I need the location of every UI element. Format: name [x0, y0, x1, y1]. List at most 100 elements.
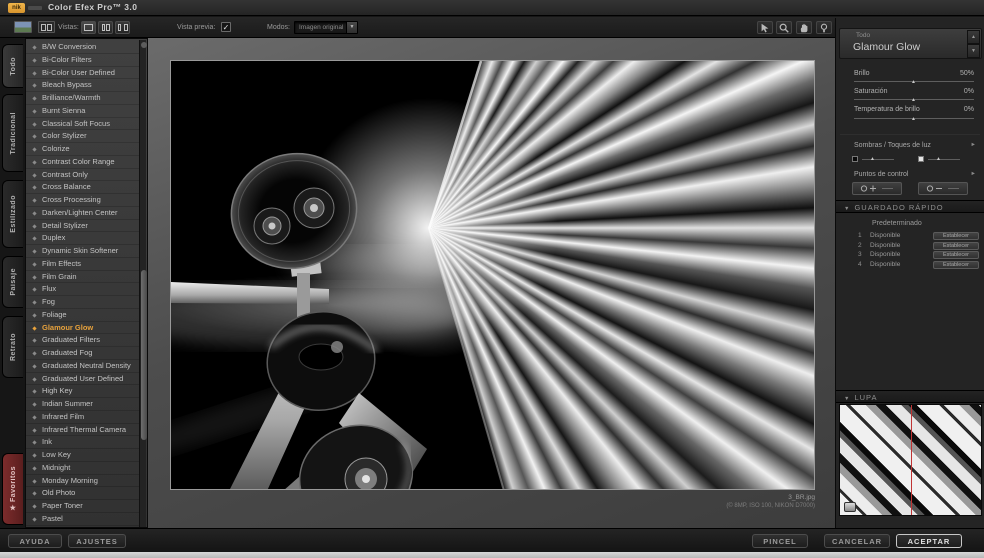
quick-save-default[interactable]: Predeterminado — [872, 220, 922, 227]
slot-set-button[interactable]: Establecer — [933, 232, 979, 240]
tab-paisaje[interactable]: Paisaje — [2, 256, 23, 308]
split-view-button[interactable] — [98, 21, 113, 34]
shadows-highlights-header[interactable]: Sombras / Toques de luz ► — [854, 142, 976, 149]
expand-arrow-icon[interactable]: ► — [971, 171, 976, 177]
slider-track[interactable]: ▲ — [854, 118, 974, 119]
shadows-mini-slider[interactable]: ▲ — [852, 155, 898, 163]
zoom-tool-icon[interactable] — [776, 21, 792, 34]
filter-item[interactable]: Graduated Fog — [26, 347, 139, 360]
list-view-icon[interactable] — [38, 21, 55, 33]
tab-tradicional[interactable]: Tradicional — [2, 94, 23, 172]
filter-next-button[interactable]: ▼ — [967, 44, 980, 58]
filter-item[interactable]: Brilliance/Warmth — [26, 92, 139, 105]
filter-item[interactable]: Graduated Neutral Density — [26, 360, 139, 373]
filter-item[interactable]: Graduated User Defined — [26, 373, 139, 386]
filter-bullet-icon — [32, 160, 36, 164]
filter-item[interactable]: Fog — [26, 296, 139, 309]
slider-thumb[interactable]: ▲ — [911, 79, 916, 85]
filter-item[interactable]: Monday Morning — [26, 475, 139, 488]
filter-item[interactable]: Film Effects — [26, 258, 139, 271]
remove-control-point-button[interactable] — [918, 182, 968, 195]
tab-todo[interactable]: Todo — [2, 44, 23, 88]
filter-item[interactable]: Film Grain — [26, 271, 139, 284]
views-label: Vistas: — [58, 24, 79, 31]
filter-list-scrollbar[interactable] — [139, 40, 146, 528]
tab-favoritos[interactable]: Favoritos★ — [2, 453, 23, 525]
chevron-down-icon[interactable]: ▼ — [346, 22, 357, 33]
filter-item[interactable]: Contrast Color Range — [26, 156, 139, 169]
control-points-header[interactable]: Puntos de control ► — [854, 171, 976, 178]
filter-item[interactable]: Classical Soft Focus — [26, 118, 139, 131]
add-control-point-button[interactable] — [852, 182, 902, 195]
filter-item[interactable]: Infrared Film — [26, 411, 139, 424]
filter-item[interactable]: Foliage — [26, 309, 139, 322]
filter-item[interactable]: Midnight — [26, 462, 139, 475]
filter-item[interactable]: Infrared Thermal Camera — [26, 424, 139, 437]
slot-set-button[interactable]: Establecer — [933, 261, 979, 269]
filter-bullet-icon — [32, 351, 36, 355]
help-button[interactable]: AYUDA — [8, 534, 62, 548]
star-icon: ★ — [10, 504, 17, 512]
collapse-arrow-icon[interactable]: ▼ — [844, 396, 850, 402]
slider-thumb[interactable]: ▲ — [911, 97, 916, 103]
slot-set-button[interactable]: Establecer — [933, 242, 979, 250]
collapse-arrow-icon[interactable]: ▼ — [844, 206, 850, 212]
cancel-button[interactable]: CANCELAR — [824, 534, 890, 548]
brush-button[interactable]: PINCEL — [752, 534, 808, 548]
filter-item[interactable]: Cross Processing — [26, 194, 139, 207]
background-color-tool-icon[interactable] — [816, 21, 832, 34]
filter-item[interactable]: Burnt Sienna — [26, 105, 139, 118]
filter-item[interactable]: Low Key — [26, 449, 139, 462]
slider-track[interactable]: ▲ — [854, 81, 974, 82]
filter-item[interactable]: Old Photo — [26, 487, 139, 500]
filter-item[interactable]: High Key — [26, 385, 139, 398]
single-view-button[interactable] — [81, 21, 96, 34]
tab-label: Paisaje — [10, 268, 17, 296]
filter-item[interactable]: Cross Balance — [26, 181, 139, 194]
slot-set-button[interactable]: Establecer — [933, 251, 979, 259]
hand-pan-tool-icon[interactable] — [796, 21, 812, 34]
settings-button[interactable]: AJUSTES — [68, 534, 126, 548]
highlights-mini-slider[interactable]: ▲ — [918, 155, 964, 163]
filter-prev-button[interactable]: ▲ — [967, 30, 980, 44]
filter-item[interactable]: Glamour Glow — [26, 322, 139, 335]
mode-dropdown[interactable]: Imagen original ▼ — [294, 21, 358, 34]
preview-checkbox[interactable]: ✓ — [221, 22, 231, 32]
image-filename: 3_BR.jpg — [726, 494, 815, 502]
filter-item[interactable]: Darken/Lighten Center — [26, 207, 139, 220]
filter-item[interactable]: Indian Summer — [26, 398, 139, 411]
thumbnail-view-icon[interactable] — [14, 21, 32, 33]
filter-item[interactable]: Bi-Color Filters — [26, 54, 139, 67]
filter-item[interactable]: B/W Conversion — [26, 41, 139, 54]
accept-button[interactable]: ACEPTAR — [896, 534, 962, 548]
filter-item[interactable]: Pastel — [26, 513, 139, 526]
slider-label: Brillo — [854, 70, 870, 77]
slider-track[interactable]: ▲ — [854, 99, 974, 100]
filter-bullet-icon — [32, 492, 36, 496]
filter-item[interactable]: Ink — [26, 436, 139, 449]
loupe-pin-icon[interactable] — [844, 502, 856, 512]
loupe-section-header[interactable]: ▼LUPA — [836, 390, 984, 403]
expand-arrow-icon[interactable]: ► — [971, 142, 976, 148]
filter-item[interactable]: Bleach Bypass — [26, 79, 139, 92]
filter-item[interactable]: Bi-Color User Defined — [26, 67, 139, 80]
scrollbar-thumb[interactable] — [141, 270, 147, 440]
filter-item[interactable]: Duplex — [26, 232, 139, 245]
filter-item[interactable]: Flux — [26, 283, 139, 296]
slider-thumb[interactable]: ▲ — [911, 116, 916, 122]
filter-item[interactable]: Paper Toner — [26, 500, 139, 513]
filter-item[interactable]: Contrast Only — [26, 169, 139, 182]
filter-item[interactable]: Color Stylizer — [26, 130, 139, 143]
scrollbar-up-knob[interactable] — [141, 42, 147, 48]
filter-item[interactable]: Dynamic Skin Softener — [26, 245, 139, 258]
filter-item[interactable]: Detail Stylizer — [26, 220, 139, 233]
tab-estilizado[interactable]: Estilizado — [2, 180, 23, 248]
quick-save-section-header[interactable]: ▼ GUARDADO RÁPIDO — [836, 200, 984, 213]
tab-retrato[interactable]: Retrato — [2, 316, 23, 378]
cursor-tool-icon[interactable] — [757, 21, 773, 34]
side-by-side-view-button[interactable] — [115, 21, 130, 34]
filter-item-label: Pastel — [42, 514, 63, 523]
filter-item[interactable]: Colorize — [26, 143, 139, 156]
quick-save-label: GUARDADO RÁPIDO — [854, 203, 943, 212]
filter-item[interactable]: Graduated Filters — [26, 334, 139, 347]
